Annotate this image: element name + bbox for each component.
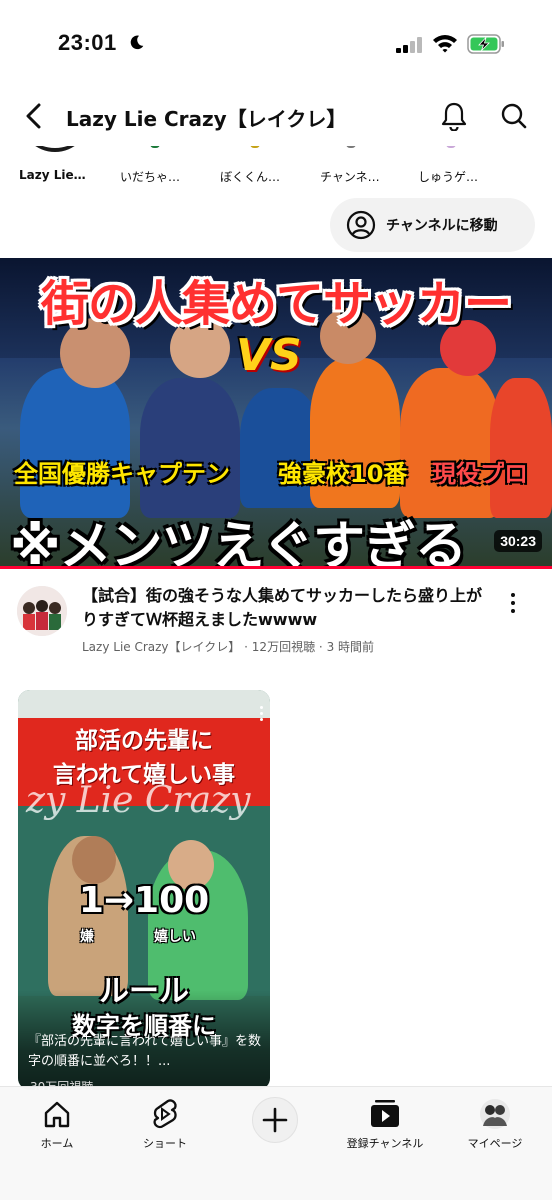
video-title[interactable]: 【試合】街の強そうな人集めてサッカーしたら盛り上がりすぎてＷ杯超えましたwwww (82, 584, 482, 632)
short-chalk-text: zy Lie Crazy (26, 780, 251, 821)
back-arrow-icon (26, 103, 41, 129)
shorts-icon (148, 1097, 182, 1131)
more-options-button[interactable] (500, 588, 526, 618)
go-to-channel-label: チャンネルに移動 (386, 218, 498, 234)
nav-subscriptions[interactable]: 登録チャンネル (340, 1097, 430, 1157)
video-duration-badge: 30:23 (494, 530, 542, 552)
notifications-button[interactable] (434, 96, 474, 136)
channel-avatar-edge (150, 146, 160, 148)
account-icon (346, 210, 376, 240)
nav-shorts[interactable]: ショート (120, 1097, 210, 1157)
short-more-options-button[interactable] (256, 702, 266, 724)
home-icon (40, 1097, 74, 1131)
nav-home-label: ホーム (40, 1137, 74, 1150)
channel-strip: Lazy Lie… いだちゃ… ぼくくん… チャンネ… しゅうゲ… (0, 146, 552, 190)
nav-shorts-label: ショート (143, 1137, 187, 1150)
short-card[interactable]: 部活の先輩に 言われて嬉しい事 zy Lie Crazy 1→100 嫌 嬉しい… (18, 690, 270, 1090)
meta-separator: · (318, 640, 323, 654)
channel-avatar[interactable] (17, 586, 67, 636)
channel-avatar-edge (20, 146, 90, 152)
channel-chip-lazy-lie[interactable]: Lazy Lie… (19, 168, 86, 182)
back-button[interactable] (14, 96, 54, 136)
short-top-strip (18, 690, 270, 720)
create-button[interactable] (252, 1097, 298, 1143)
channel-avatar-edge (446, 146, 456, 148)
bell-icon (441, 102, 467, 131)
channel-chip-channel[interactable]: チャンネ… (320, 168, 380, 185)
thumbnail-person (20, 368, 130, 518)
channel-chip-shuge[interactable]: しゅうゲ… (418, 168, 478, 185)
thumbnail-sub-right: 現役プロ (432, 460, 528, 488)
thumbnail-person (490, 378, 552, 518)
video-view-count: 12万回視聴 (251, 640, 316, 654)
plus-icon (262, 1107, 288, 1133)
short-caption: 『部活の先輩に言われて嬉しい事』を数字の順番に並べろ！！... (28, 1034, 261, 1069)
search-icon (501, 103, 527, 129)
short-left-tag: 嫌 (80, 929, 94, 945)
profile-avatar-icon (478, 1097, 512, 1131)
video-meta: 【試合】街の強そうな人集めてサッカーしたら盛り上がりすぎてＷ杯超えましたwwww… (0, 582, 552, 662)
thumbnail-person (140, 378, 240, 518)
watch-progress-bar (0, 566, 552, 569)
status-bar: 23:01 (0, 0, 552, 90)
bottom-navigation: ホーム ショート 登録チャンネル マイページ (0, 1086, 552, 1200)
more-vert-icon (511, 601, 515, 605)
wifi-icon (433, 35, 457, 53)
channel-chip-idacha[interactable]: いだちゃ… (120, 168, 180, 185)
thumbnail-vs: VS (236, 330, 302, 381)
channel-avatar-edge (346, 146, 356, 148)
nav-home[interactable]: ホーム (12, 1097, 102, 1157)
go-to-channel-button[interactable]: チャンネルに移動 (330, 198, 535, 252)
video-thumbnail[interactable]: 街の人集めてサッカー VS 全国優勝キャプテン 強豪校10番 現役プロ ※メンツ… (0, 258, 552, 568)
more-vert-icon (259, 711, 263, 715)
thumbnail-bottom-text: ※メンツえぐすぎる (10, 517, 467, 568)
search-button[interactable] (494, 96, 534, 136)
short-right-tag: 嬉しい (154, 929, 196, 945)
thumbnail-headline: 街の人集めてサッカー (40, 276, 512, 332)
moon-icon (130, 35, 144, 50)
short-face (72, 836, 116, 884)
nav-my-page[interactable]: マイページ (450, 1097, 540, 1157)
more-vert-icon (259, 705, 263, 709)
status-time: 23:01 (58, 30, 117, 55)
more-vert-icon (259, 717, 263, 721)
more-vert-icon (511, 609, 515, 613)
channel-chip-bokukun[interactable]: ぼくくん… (220, 168, 280, 185)
video-channel-name[interactable]: Lazy Lie Crazy【レイクレ】 (82, 640, 240, 654)
short-banner-line: 部活の先輩に (75, 728, 213, 754)
thumbnail-sub-mid: 強豪校10番 (278, 460, 408, 488)
short-rule-text: ルール (99, 974, 189, 1009)
video-subtitle: Lazy Lie Crazy【レイクレ】 · 12万回視聴 · 3 時間前 (82, 638, 374, 655)
nav-subscriptions-label: 登録チャンネル (346, 1137, 424, 1150)
top-app-bar: Lazy Lie Crazy【レイクレ】 (0, 90, 552, 146)
channel-avatar-edge (250, 146, 260, 148)
battery-charging-icon (467, 34, 504, 54)
cellular-signal-icon (396, 37, 422, 53)
more-vert-icon (511, 593, 515, 597)
thumbnail-person (240, 388, 320, 508)
subscriptions-icon (368, 1097, 402, 1131)
meta-separator: · (244, 640, 248, 654)
channel-title: Lazy Lie Crazy【レイクレ】 (66, 107, 347, 131)
thumbnail-sub-left: 全国優勝キャプテン (14, 460, 230, 488)
short-number-text: 1→100 (78, 880, 210, 921)
video-age: 3 時間前 (326, 640, 375, 654)
nav-my-page-label: マイページ (467, 1137, 523, 1150)
channel-avatar-image (17, 586, 67, 636)
thumbnail-person (400, 368, 500, 518)
